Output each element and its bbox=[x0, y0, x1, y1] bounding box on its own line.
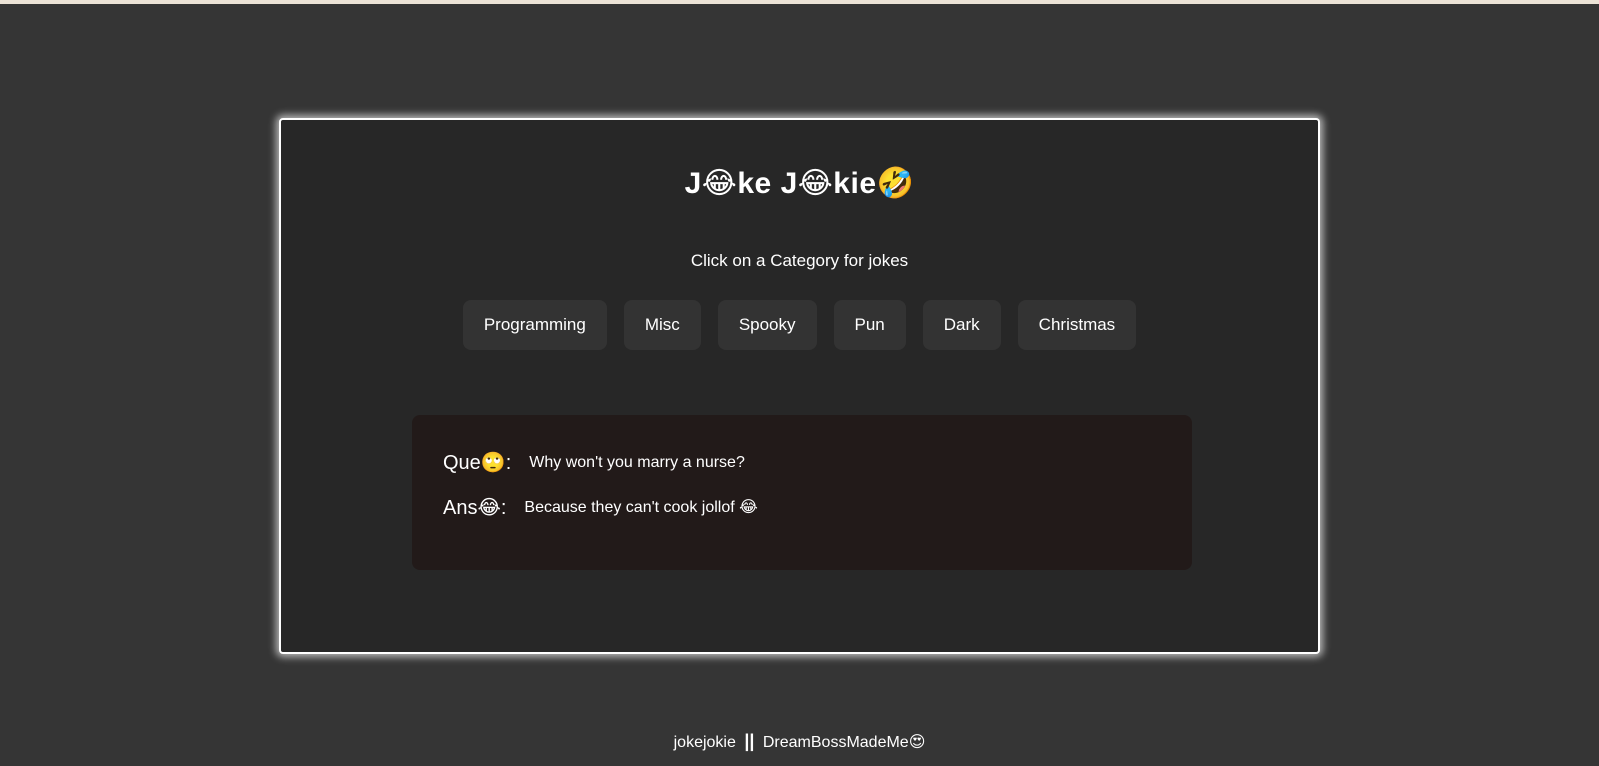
category-button-spooky[interactable]: Spooky bbox=[717, 300, 817, 350]
footer-credit: DreamBossMadeMe😍 bbox=[762, 734, 926, 751]
footer-app-name: jokejokie bbox=[673, 734, 736, 751]
category-button-dark[interactable]: Dark bbox=[922, 300, 1001, 350]
joke-display: Que🙄: Why won't you marry a nurse? Ans😂:… bbox=[412, 415, 1192, 570]
instruction-text: Click on a Category for jokes bbox=[690, 251, 909, 270]
question-text: Why won't you marry a nurse? bbox=[529, 454, 745, 471]
answer-label: Ans😂: bbox=[443, 497, 507, 519]
joke-card: J😂ke J😂kie🤣 Click on a Category for joke… bbox=[279, 118, 1320, 654]
question-label: Que🙄: bbox=[443, 452, 512, 474]
answer-text: Because they can't cook jollof 😂 bbox=[524, 499, 758, 516]
footer-separator: || bbox=[744, 731, 755, 751]
answer-row: Ans😂: Because they can't cook jollof 😂 bbox=[443, 496, 758, 520]
app-title: J😂ke J😂kie🤣 bbox=[684, 167, 915, 200]
category-button-programming[interactable]: Programming bbox=[462, 300, 607, 350]
category-button-christmas[interactable]: Christmas bbox=[1017, 300, 1137, 350]
question-row: Que🙄: Why won't you marry a nurse? bbox=[443, 451, 745, 475]
footer: jokejokie || DreamBossMadeMe😍 bbox=[0, 731, 1599, 753]
category-button-misc[interactable]: Misc bbox=[623, 300, 701, 350]
category-button-pun[interactable]: Pun bbox=[833, 300, 906, 350]
top-strip bbox=[0, 0, 1599, 4]
category-buttons: Programming Misc Spooky Pun Dark Christm… bbox=[281, 300, 1318, 350]
